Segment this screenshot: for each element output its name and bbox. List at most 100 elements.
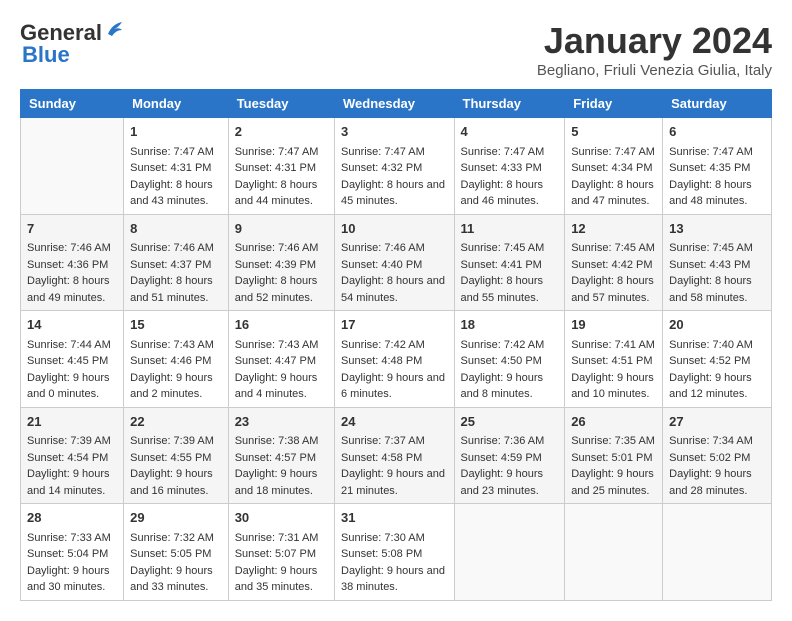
- sunrise-text: Sunrise: 7:47 AM: [669, 144, 765, 161]
- calendar-cell: 29Sunrise: 7:32 AMSunset: 5:05 PMDayligh…: [124, 504, 229, 601]
- sunset-text: Sunset: 4:59 PM: [461, 450, 559, 467]
- weekday-header-sunday: Sunday: [21, 90, 124, 118]
- sunrise-text: Sunrise: 7:33 AM: [27, 530, 117, 547]
- calendar-cell: 26Sunrise: 7:35 AMSunset: 5:01 PMDayligh…: [565, 407, 663, 504]
- sunrise-text: Sunrise: 7:43 AM: [130, 337, 222, 354]
- sunrise-text: Sunrise: 7:30 AM: [341, 530, 448, 547]
- day-number: 7: [27, 219, 117, 239]
- month-title: January 2024: [537, 20, 772, 62]
- daylight-text: Daylight: 8 hours and 44 minutes.: [235, 177, 328, 210]
- daylight-text: Daylight: 8 hours and 45 minutes.: [341, 177, 448, 210]
- calendar-week-row: 28Sunrise: 7:33 AMSunset: 5:04 PMDayligh…: [21, 504, 772, 601]
- daylight-text: Daylight: 9 hours and 28 minutes.: [669, 466, 765, 499]
- sunrise-text: Sunrise: 7:46 AM: [130, 240, 222, 257]
- day-number: 28: [27, 508, 117, 528]
- page-header: General Blue January 2024 Begliano, Friu…: [20, 20, 772, 79]
- day-number: 25: [461, 412, 559, 432]
- daylight-text: Daylight: 9 hours and 21 minutes.: [341, 466, 448, 499]
- sunrise-text: Sunrise: 7:45 AM: [669, 240, 765, 257]
- sunrise-text: Sunrise: 7:39 AM: [27, 433, 117, 450]
- sunset-text: Sunset: 4:57 PM: [235, 450, 328, 467]
- calendar-cell: 25Sunrise: 7:36 AMSunset: 4:59 PMDayligh…: [454, 407, 565, 504]
- sunrise-text: Sunrise: 7:37 AM: [341, 433, 448, 450]
- sunset-text: Sunset: 4:36 PM: [27, 257, 117, 274]
- sunrise-text: Sunrise: 7:32 AM: [130, 530, 222, 547]
- weekday-header-tuesday: Tuesday: [228, 90, 334, 118]
- calendar-cell: 10Sunrise: 7:46 AMSunset: 4:40 PMDayligh…: [335, 214, 455, 311]
- calendar-cell: 1 Sunrise: 7:47 AMSunset: 4:31 PMDaylight…: [124, 118, 229, 215]
- day-number: 30: [235, 508, 328, 528]
- daylight-text: Daylight: 9 hours and 12 minutes.: [669, 370, 765, 403]
- sunset-text: Sunset: 4:58 PM: [341, 450, 448, 467]
- day-number: 1: [130, 122, 222, 142]
- day-number: 27: [669, 412, 765, 432]
- calendar-cell: 9Sunrise: 7:46 AMSunset: 4:39 PMDaylight…: [228, 214, 334, 311]
- weekday-header-monday: Monday: [124, 90, 229, 118]
- sunset-text: Sunset: 4:55 PM: [130, 450, 222, 467]
- daylight-text: Daylight: 9 hours and 33 minutes.: [130, 563, 222, 596]
- day-number: 16: [235, 315, 328, 335]
- weekday-header-thursday: Thursday: [454, 90, 565, 118]
- sunset-text: Sunset: 4:40 PM: [341, 257, 448, 274]
- day-number: 15: [130, 315, 222, 335]
- calendar-cell: [21, 118, 124, 215]
- sunrise-text: Sunrise: 7:46 AM: [235, 240, 328, 257]
- calendar-cell: 13Sunrise: 7:45 AMSunset: 4:43 PMDayligh…: [663, 214, 772, 311]
- sunrise-text: Sunrise: 7:36 AM: [461, 433, 559, 450]
- day-number: 20: [669, 315, 765, 335]
- sunset-text: Sunset: 5:01 PM: [571, 450, 656, 467]
- daylight-text: Daylight: 9 hours and 18 minutes.: [235, 466, 328, 499]
- calendar-cell: [663, 504, 772, 601]
- sunset-text: Sunset: 5:05 PM: [130, 546, 222, 563]
- daylight-text: Daylight: 9 hours and 0 minutes.: [27, 370, 117, 403]
- calendar-cell: 16Sunrise: 7:43 AMSunset: 4:47 PMDayligh…: [228, 311, 334, 408]
- daylight-text: Daylight: 9 hours and 10 minutes.: [571, 370, 656, 403]
- sunset-text: Sunset: 4:47 PM: [235, 353, 328, 370]
- calendar-cell: 28Sunrise: 7:33 AMSunset: 5:04 PMDayligh…: [21, 504, 124, 601]
- day-number: 9: [235, 219, 328, 239]
- day-number: 18: [461, 315, 559, 335]
- sunrise-text: Sunrise: 7:40 AM: [669, 337, 765, 354]
- day-number: 13: [669, 219, 765, 239]
- sunset-text: Sunset: 5:02 PM: [669, 450, 765, 467]
- sunrise-text: Sunrise: 7:34 AM: [669, 433, 765, 450]
- calendar-cell: 22Sunrise: 7:39 AMSunset: 4:55 PMDayligh…: [124, 407, 229, 504]
- daylight-text: Daylight: 8 hours and 46 minutes.: [461, 177, 559, 210]
- calendar-week-row: 1Sunrise: 7:47 AMSunset: 4:31 PMDaylight…: [21, 118, 772, 215]
- sunset-text: Sunset: 4:48 PM: [341, 353, 448, 370]
- sunset-text: Sunset: 4:39 PM: [235, 257, 328, 274]
- calendar-week-row: 21Sunrise: 7:39 AMSunset: 4:54 PMDayligh…: [21, 407, 772, 504]
- sunset-text: Sunset: 4:50 PM: [461, 353, 559, 370]
- day-number: 14: [27, 315, 117, 335]
- title-area: January 2024 Begliano, Friuli Venezia Gi…: [537, 20, 772, 79]
- calendar-cell: 14Sunrise: 7:44 AMSunset: 4:45 PMDayligh…: [21, 311, 124, 408]
- calendar-table: SundayMondayTuesdayWednesdayThursdayFrid…: [20, 89, 772, 601]
- day-number: 23: [235, 412, 328, 432]
- calendar-cell: 17Sunrise: 7:42 AMSunset: 4:48 PMDayligh…: [335, 311, 455, 408]
- logo-bird-icon: [104, 20, 126, 42]
- calendar-cell: 5Sunrise: 7:47 AMSunset: 4:34 PMDaylight…: [565, 118, 663, 215]
- daylight-text: Daylight: 8 hours and 43 minutes.: [130, 177, 222, 210]
- sunrise-text: Sunrise: 7:47 AM: [341, 144, 448, 161]
- weekday-header-wednesday: Wednesday: [335, 90, 455, 118]
- calendar-cell: 31Sunrise: 7:30 AMSunset: 5:08 PMDayligh…: [335, 504, 455, 601]
- daylight-text: Daylight: 9 hours and 23 minutes.: [461, 466, 559, 499]
- weekday-header-row: SundayMondayTuesdayWednesdayThursdayFrid…: [21, 90, 772, 118]
- calendar-cell: 6Sunrise: 7:47 AMSunset: 4:35 PMDaylight…: [663, 118, 772, 215]
- calendar-cell: 15Sunrise: 7:43 AMSunset: 4:46 PMDayligh…: [124, 311, 229, 408]
- daylight-text: Daylight: 9 hours and 6 minutes.: [341, 370, 448, 403]
- sunset-text: Sunset: 4:31 PM: [235, 160, 328, 177]
- day-number: 6: [669, 122, 765, 142]
- calendar-cell: 8Sunrise: 7:46 AMSunset: 4:37 PMDaylight…: [124, 214, 229, 311]
- day-number: 19: [571, 315, 656, 335]
- logo-blue-text: Blue: [22, 42, 70, 68]
- sunset-text: Sunset: 4:34 PM: [571, 160, 656, 177]
- daylight-text: Daylight: 8 hours and 48 minutes.: [669, 177, 765, 210]
- daylight-text: Daylight: 8 hours and 49 minutes.: [27, 273, 117, 306]
- sunset-text: Sunset: 4:31 PM: [130, 160, 222, 177]
- day-number: 3: [341, 122, 448, 142]
- sunrise-text: Sunrise: 7:47 AM: [130, 144, 222, 161]
- calendar-week-row: 14Sunrise: 7:44 AMSunset: 4:45 PMDayligh…: [21, 311, 772, 408]
- sunrise-text: Sunrise: 7:47 AM: [235, 144, 328, 161]
- daylight-text: Daylight: 8 hours and 55 minutes.: [461, 273, 559, 306]
